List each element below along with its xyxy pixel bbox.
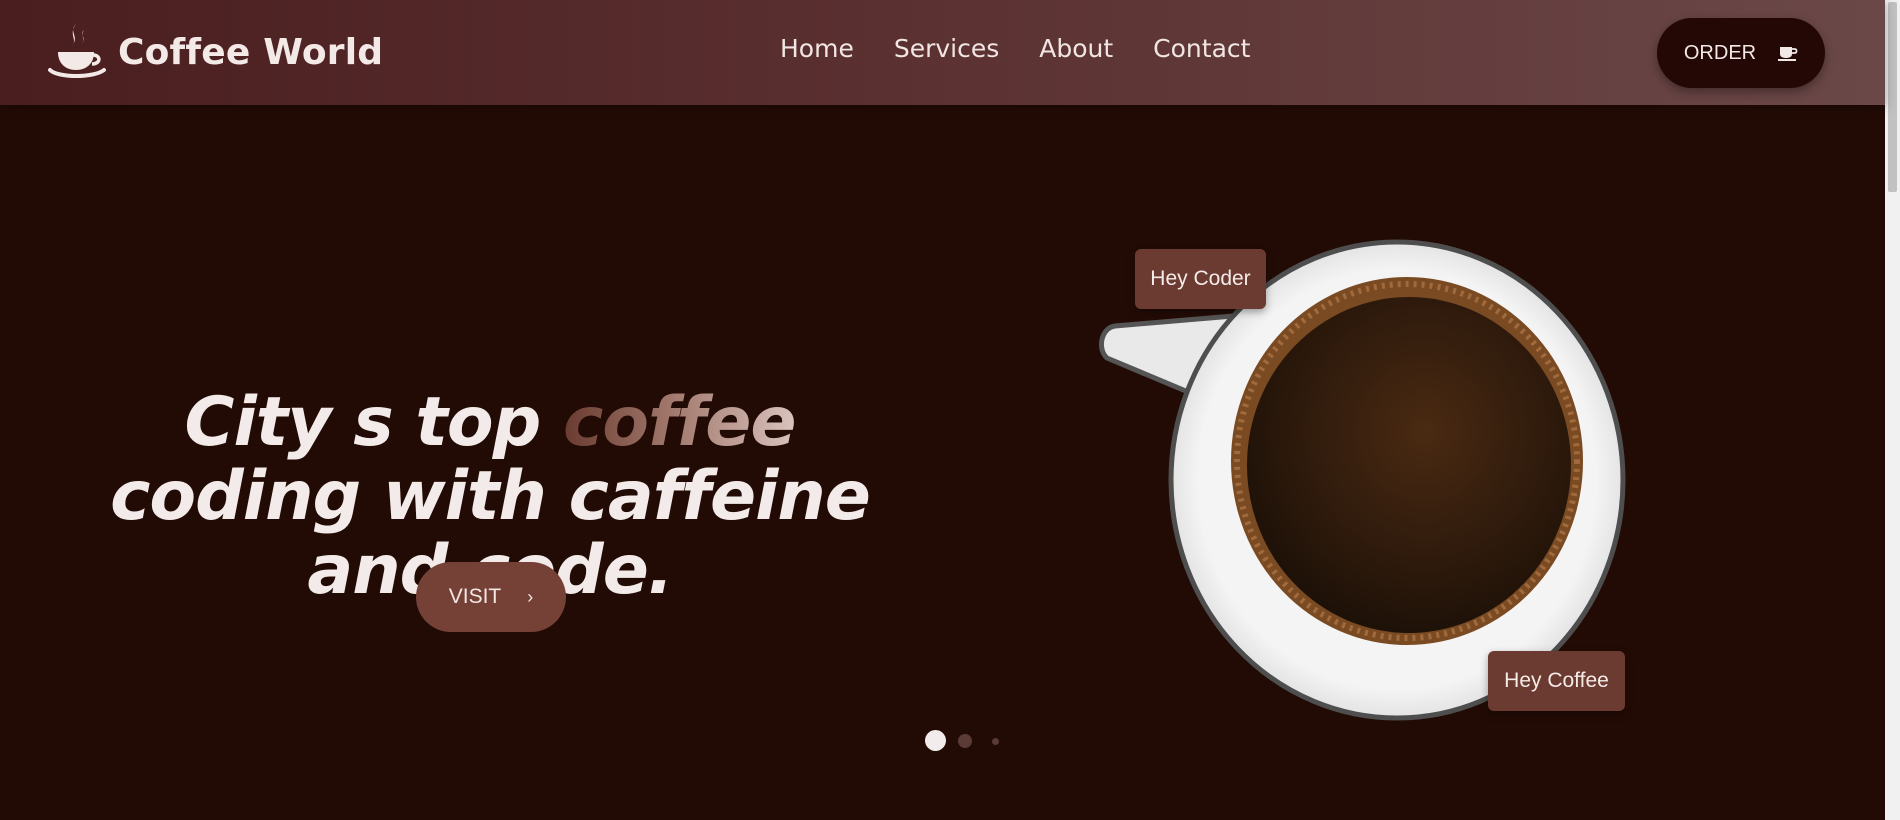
carousel-dot-1[interactable] [925, 730, 946, 751]
page-scrollbar[interactable] [1885, 0, 1900, 820]
brand-name: Coffee World [118, 31, 384, 73]
site-header: Coffee World Home Services About Contact… [0, 0, 1885, 105]
nav-contact[interactable]: Contact [1153, 34, 1250, 63]
nav-services[interactable]: Services [894, 34, 999, 63]
headline-accent-word: coffee [563, 383, 796, 462]
nav-home[interactable]: Home [780, 34, 854, 63]
carousel-dots [925, 730, 1005, 752]
coffee-steam-icon [48, 24, 106, 78]
brand-logo[interactable]: Coffee World [48, 22, 383, 82]
nav-about[interactable]: About [1039, 34, 1113, 63]
visit-button[interactable]: VISIT › [416, 562, 566, 632]
main-nav: Home Services About Contact [780, 34, 1250, 63]
hey-coffee-tag: Hey Coffee [1488, 651, 1625, 711]
order-button[interactable]: ORDER [1657, 18, 1825, 88]
chevron-right-icon: › [527, 586, 534, 607]
hey-coder-tag: Hey Coder [1135, 249, 1266, 309]
coffee-cup-icon [1778, 47, 1798, 61]
carousel-dot-3[interactable] [992, 738, 999, 745]
visit-button-label: VISIT [448, 585, 502, 608]
coffee-cup-illustration [1098, 239, 1626, 721]
order-button-label: ORDER [1683, 41, 1757, 64]
carousel-dot-2[interactable] [958, 734, 972, 748]
headline-text-start: City s top [184, 383, 563, 462]
scrollbar-thumb[interactable] [1888, 2, 1897, 192]
